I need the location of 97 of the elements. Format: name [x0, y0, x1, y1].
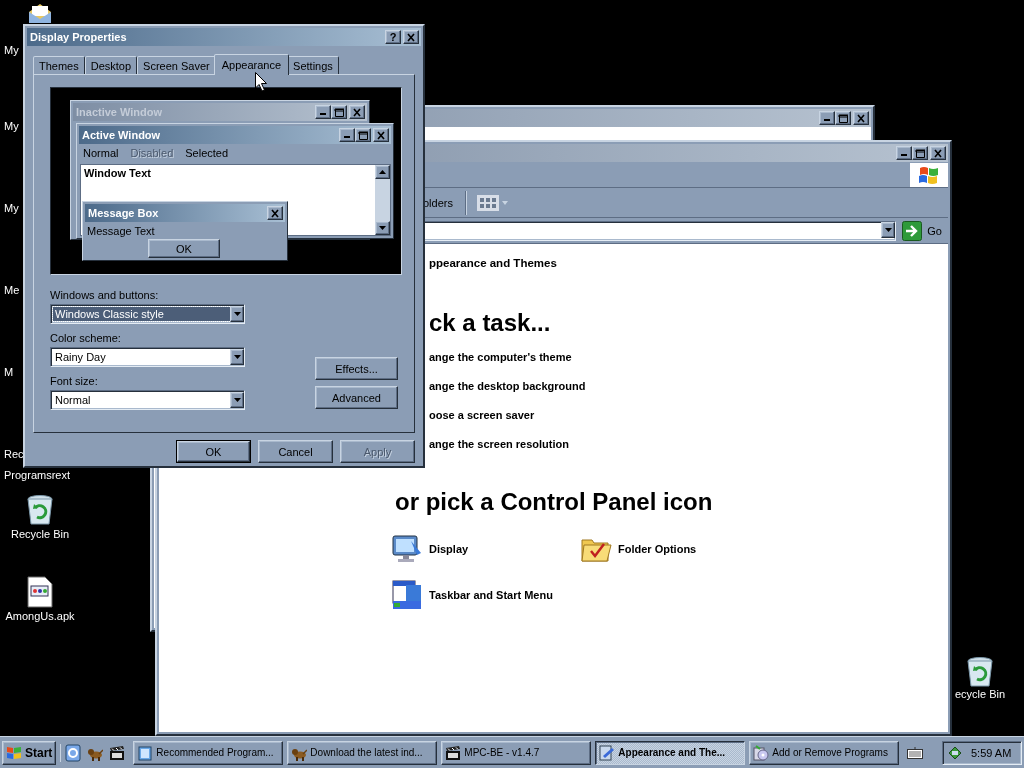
clapperboard-icon	[445, 744, 462, 761]
close-icon	[856, 113, 866, 123]
envelope-icon	[27, 2, 53, 24]
task-link[interactable]: ange the desktop background	[429, 380, 586, 392]
icon-label: AmongUs.apk	[5, 610, 75, 623]
taskbar-button[interactable]: MPC-BE - v1.4.7	[441, 740, 592, 765]
network-icon[interactable]	[947, 744, 963, 761]
recycle-bin-icon	[965, 656, 995, 688]
minimize-icon	[901, 154, 907, 156]
close-button[interactable]	[267, 206, 283, 220]
tab[interactable]: Screen Saver	[137, 56, 216, 74]
keyboard-icon[interactable]	[907, 746, 924, 759]
icon-label: My	[3, 120, 19, 133]
caret-icon	[233, 355, 241, 359]
caret-icon	[884, 227, 892, 232]
dialog-button[interactable]: Cancel	[258, 440, 333, 463]
icon-label: ecycle Bin	[954, 688, 1006, 701]
window-title: Display Properties	[30, 31, 128, 43]
dropdown[interactable]: Windows Classic style	[50, 304, 245, 324]
icon-label: M	[3, 366, 14, 379]
maximize-icon	[334, 107, 344, 117]
close-icon	[406, 32, 416, 42]
taskbar-button[interactable]: Download the latest ind...	[287, 740, 438, 765]
field-label: Color scheme:	[50, 332, 122, 344]
dialog-button[interactable]: Effects...	[315, 357, 398, 380]
dialog-button[interactable]: Advanced	[315, 386, 398, 409]
minimize-button[interactable]	[339, 128, 355, 142]
control-panel-link[interactable]: Taskbar and Start Menu	[429, 589, 553, 601]
monitor-icon	[391, 533, 423, 565]
control-panel-link[interactable]: Folder Options	[618, 543, 697, 555]
field-label: Windows and buttons:	[50, 289, 160, 301]
help-button[interactable]: ?	[385, 30, 401, 44]
caret-icon	[233, 398, 241, 402]
views-button[interactable]	[474, 192, 510, 213]
dropdown[interactable]: Normal	[50, 390, 245, 410]
maximize-icon	[915, 148, 925, 158]
task-link[interactable]: ange the computer's theme	[429, 351, 572, 363]
close-button[interactable]	[403, 30, 419, 44]
icon-label: My	[3, 202, 19, 215]
dropdown[interactable]: Rainy Day	[50, 347, 245, 367]
minimize-icon	[344, 136, 350, 138]
close-button[interactable]	[373, 128, 389, 142]
menu-item[interactable]: Selected	[185, 147, 229, 159]
close-icon	[270, 208, 280, 218]
maximize-icon	[358, 130, 368, 140]
menu-item[interactable]: Normal	[83, 147, 119, 159]
start-button[interactable]: Start	[2, 740, 57, 765]
taskbar-button[interactable]: Recommended Program...	[133, 740, 284, 765]
section-heading: ppearance and Themes	[429, 257, 557, 269]
icon-label: Programsrext	[3, 469, 71, 482]
ok-button[interactable]: OK	[148, 239, 220, 258]
windows-flag-icon	[6, 744, 22, 761]
window-title: Message Box	[88, 207, 160, 219]
browser-icon[interactable]	[65, 743, 82, 762]
minimize-icon	[824, 119, 830, 121]
dialog-button[interactable]: OK	[176, 440, 251, 463]
task-heading: ck a task...	[429, 309, 551, 337]
close-icon	[376, 130, 386, 140]
icon-label: Me	[3, 284, 20, 297]
field-label: Font size:	[50, 375, 99, 387]
close-icon	[352, 107, 362, 117]
control-panel-link[interactable]: Display	[429, 543, 469, 555]
icon-label: Rec	[3, 448, 24, 461]
icon-label: My	[3, 44, 19, 57]
recycle-bin-icon	[25, 494, 55, 526]
windows-logo-icon	[910, 162, 948, 187]
tab[interactable]: Settings	[287, 56, 339, 74]
clock: 5:59 AM	[971, 746, 1012, 759]
down-arrow-icon	[379, 226, 386, 230]
minimize-icon	[320, 113, 326, 115]
maximize-icon	[838, 113, 848, 123]
maximize-button[interactable]	[355, 128, 371, 142]
icon-label: Recycle Bin	[10, 528, 70, 541]
tab[interactable]: Themes	[33, 56, 85, 74]
caret-icon	[233, 312, 241, 316]
caret-icon	[501, 200, 508, 205]
icons-heading: or pick a Control Panel icon	[395, 488, 713, 516]
clapperboard-icon	[109, 744, 126, 761]
taskbar-button[interactable]: Appearance and The...	[595, 740, 746, 765]
up-arrow-icon	[379, 170, 386, 174]
scrollbar[interactable]	[375, 165, 390, 235]
task-link[interactable]: ange the screen resolution	[429, 438, 569, 450]
message-text: Message Text	[86, 224, 156, 237]
window-title: Active Window	[82, 129, 162, 141]
window-title: Inactive Window	[76, 106, 164, 118]
tab[interactable]: Desktop	[84, 56, 138, 74]
window-text: Window Text	[83, 166, 152, 181]
software-box-icon	[753, 744, 770, 761]
close-icon	[933, 148, 943, 158]
task-link[interactable]: oose a screen saver	[429, 409, 535, 421]
file-icon	[27, 576, 53, 608]
dropdown-button[interactable]	[881, 221, 896, 238]
taskbar-window-icon	[391, 579, 423, 611]
taskbar-button[interactable]: Add or Remove Programs	[749, 740, 900, 765]
control-panel-icon	[599, 744, 616, 761]
document-icon	[137, 744, 154, 761]
tab[interactable]: Appearance	[213, 54, 290, 75]
